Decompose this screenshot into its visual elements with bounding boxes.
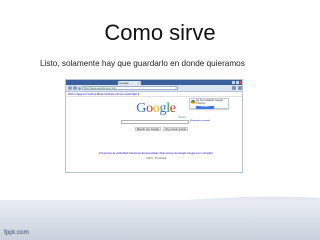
google-homepage: Web Imágenes Videos Maps Noticias Libros… xyxy=(66,92,242,172)
logo-letter: o xyxy=(146,101,153,116)
google-top-bar: Web Imágenes Videos Maps Noticias Libros… xyxy=(66,92,242,97)
browser-toolbar: http://www.google.com.mx/ ☆ xyxy=(66,85,242,92)
google-logo-sub: México xyxy=(178,116,186,119)
close-window-button[interactable] xyxy=(240,81,242,84)
google-search-input[interactable] xyxy=(121,120,189,124)
slide-title: Como sirve xyxy=(104,20,216,45)
back-icon[interactable] xyxy=(68,86,72,90)
page-icon[interactable] xyxy=(232,86,236,90)
google-footer-links[interactable]: Programas de publicidad Soluciones Empre… xyxy=(96,152,216,155)
maximize-button[interactable] xyxy=(236,81,239,84)
logo-letter: e xyxy=(169,101,176,116)
forward-icon[interactable] xyxy=(73,86,77,90)
google-top-links[interactable]: Web Imágenes Videos Maps Noticias Libros… xyxy=(68,92,139,96)
search-buttons: Buscar con Google Voy a tener suerte xyxy=(135,127,189,131)
google-footer-copyright: ©2010 · Privacidad xyxy=(145,157,167,160)
browser-screenshot: Google × http://www.google.com.mx/ ☆ Web… xyxy=(65,79,243,173)
lucky-button[interactable]: Voy a tener suerte xyxy=(163,127,189,131)
reload-icon[interactable] xyxy=(78,86,81,90)
bubble-accept-button[interactable]: Aceptar xyxy=(196,106,214,109)
logo-letter: o xyxy=(152,101,160,116)
slide: Como sirve Listo, solamente hay que guar… xyxy=(0,0,320,240)
footer-band xyxy=(0,200,320,240)
google-logo: Google xyxy=(126,101,186,117)
star-icon[interactable]: ☆ xyxy=(174,85,178,90)
slide-body-text: Listo, solamente hay que guardarlo en do… xyxy=(40,59,245,68)
chrome-install-bubble: Se ha instalado Google Chrome Aceptar xyxy=(189,98,229,109)
logo-letter: G xyxy=(136,101,147,116)
wrench-icon[interactable] xyxy=(238,86,242,90)
minimize-button[interactable] xyxy=(232,81,235,84)
url-bar[interactable]: http://www.google.com.mx/ xyxy=(82,86,178,90)
google-search-button[interactable]: Buscar con Google xyxy=(135,127,162,131)
bubble-text: Se ha instalado Google Chrome xyxy=(196,99,223,105)
window-controls xyxy=(232,81,242,84)
footer-brand: fppt.com xyxy=(4,229,29,236)
advanced-search-link[interactable]: Búsqueda avanzada xyxy=(190,120,210,123)
chrome-icon xyxy=(191,100,195,104)
